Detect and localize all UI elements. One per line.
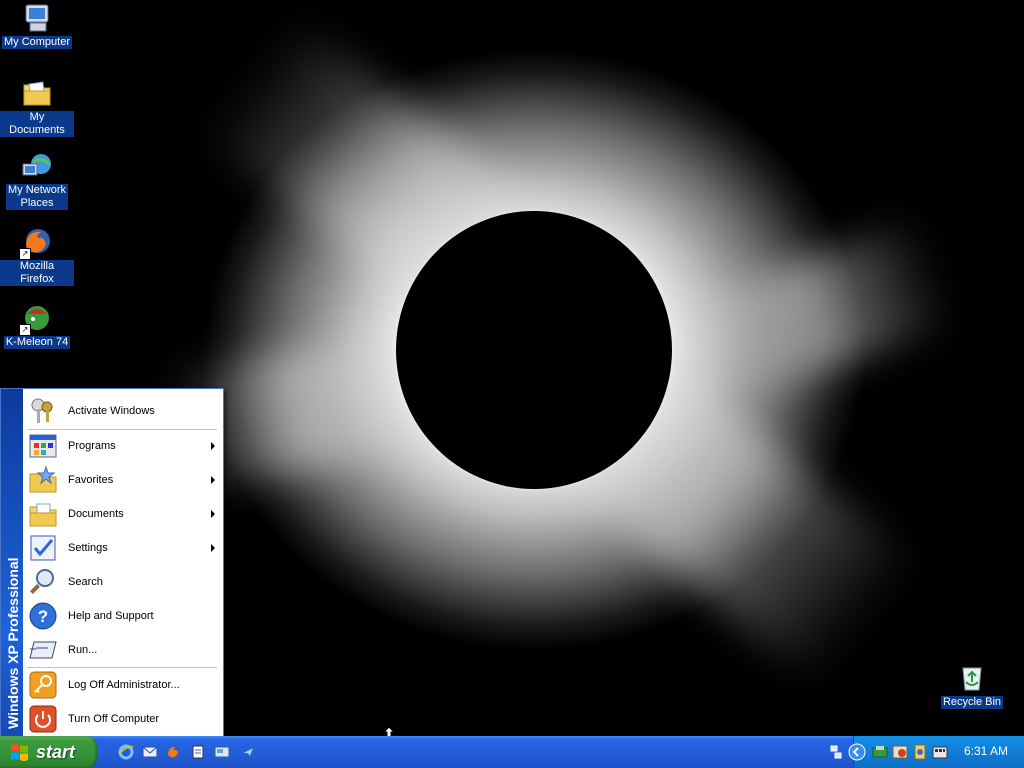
tray-app-icon-4[interactable] [932,744,948,760]
documents-folder-icon [28,499,58,529]
desktop-icon-my-documents[interactable]: My Documents [0,77,74,137]
firefox-icon[interactable] [166,744,182,760]
search-icon [28,567,58,597]
notepad-icon[interactable] [190,744,206,760]
menu-item-activate-windows[interactable]: Activate Windows [25,395,221,427]
run-icon [28,635,58,665]
desktop-icon-recycle-bin[interactable]: Recycle Bin [935,662,1009,709]
windows-flag-icon [10,742,30,762]
taskbar: start 6:31 AM [0,736,1024,768]
documents-folder-icon [21,77,53,109]
computer-icon [21,2,53,34]
internet-explorer-icon[interactable] [118,744,134,760]
system-tray: 6:31 AM [830,736,1024,768]
menu-item-run[interactable]: Run... [25,634,221,666]
desktop-icon-k-meleon[interactable]: ↗ K-Meleon 74 [0,302,74,349]
settings-icon [28,533,58,563]
menu-item-help-and-support[interactable]: ? Help and Support [25,600,221,632]
start-menu-side-band: Windows XP Professional [1,389,23,737]
desktop-icon-label: Recycle Bin [940,696,1004,709]
desktop-icon-label: My Computer [1,36,73,49]
desktop-icon-label: K-Meleon 74 [3,336,71,349]
menu-item-turn-off-computer[interactable]: Turn Off Computer [25,703,221,735]
programs-icon [28,431,58,461]
desktop-icon-my-network-places[interactable]: My Network Places [0,150,74,210]
tray-app-icon-2[interactable] [892,744,908,760]
desktop-icon-label: My Network Places [5,184,69,210]
start-label: start [36,741,76,762]
menu-item-favorites[interactable]: Favorites [25,464,221,496]
help-icon: ? [28,601,58,631]
recycle-bin-icon [956,662,988,694]
tray-app-icon-1[interactable] [872,744,888,760]
desktop-icon-label: My Documents [0,111,74,137]
side-band-text: Windows XP Professional [5,557,21,729]
messenger-icon[interactable] [240,744,256,760]
menu-item-settings[interactable]: Settings [25,532,221,564]
menu-item-log-off[interactable]: Log Off Administrator... [25,669,221,701]
svg-text:?: ? [38,607,48,626]
menu-separator [27,667,217,668]
menu-item-programs[interactable]: Programs [25,430,221,462]
keys-icon [28,396,58,426]
network-icon [21,150,53,182]
log-off-icon [28,670,58,700]
desktop-icon-my-computer[interactable]: My Computer [0,2,74,49]
start-button[interactable]: start [0,736,97,768]
tray-app-icon-3[interactable] [912,744,928,760]
submenu-arrow-icon [211,544,215,552]
desktop-icon-mozilla-firefox[interactable]: ↗ Mozilla Firefox [0,226,74,286]
show-hidden-icons-icon[interactable] [848,743,866,761]
desktop-icon-label: Mozilla Firefox [0,260,74,286]
clock[interactable]: 6:31 AM [964,744,1008,758]
submenu-arrow-icon [211,510,215,518]
network-connection-icon[interactable] [828,744,844,760]
outlook-express-icon[interactable] [142,744,158,760]
firefox-icon: ↗ [19,226,53,260]
submenu-arrow-icon [211,442,215,450]
submenu-arrow-icon [211,476,215,484]
k-meleon-icon: ↗ [19,302,53,336]
power-icon [28,704,58,734]
start-menu: Windows XP Professional Activate Windows… [0,388,224,738]
menu-item-search[interactable]: Search [25,566,221,598]
menu-item-documents[interactable]: Documents [25,498,221,530]
favorites-folder-icon [28,465,58,495]
show-desktop-icon[interactable] [214,744,230,760]
